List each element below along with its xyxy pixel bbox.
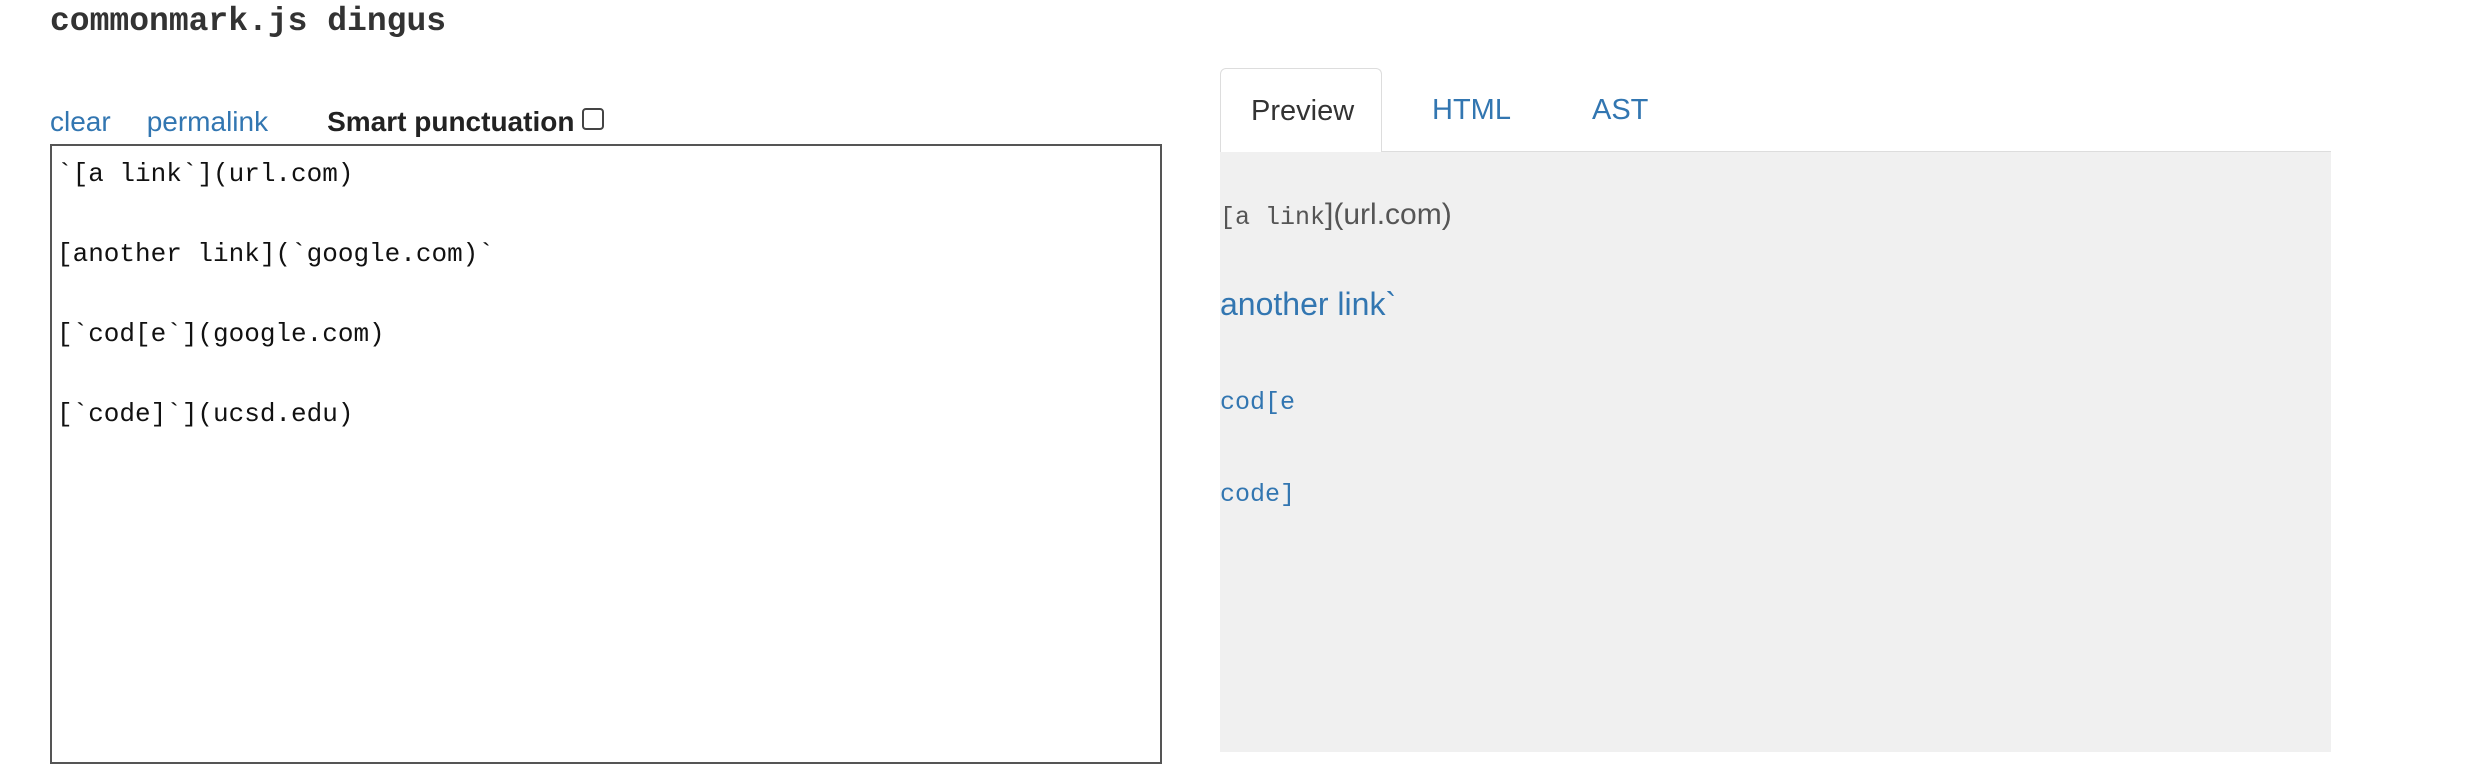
clear-link[interactable]: clear [50, 106, 111, 138]
tab-preview[interactable]: Preview [1220, 68, 1382, 153]
smart-punctuation-toggle[interactable]: Smart punctuation [327, 106, 605, 138]
markdown-editor[interactable]: `[a link`](url.com) [another link](`goog… [50, 144, 1162, 764]
page-title: commonmark.js dingus [50, 3, 447, 40]
editor-line: [another link](`google.com)` [57, 239, 494, 269]
preview-code-link-1[interactable]: cod[e [1220, 388, 1295, 417]
editor-line: `[a link`](url.com) [57, 159, 354, 189]
controls-bar: clear permalink Smart punctuation [50, 100, 605, 144]
preview-inline-code: [a link [1220, 203, 1326, 232]
editor-line: [`cod[e`](google.com) [57, 319, 385, 349]
tab-html[interactable]: HTML [1402, 68, 1541, 152]
preview-paragraph-1: [a link](url.com) [1220, 198, 1452, 232]
permalink-link[interactable]: permalink [147, 106, 268, 138]
tab-ast[interactable]: AST [1562, 68, 1678, 152]
preview-text: ](url.com) [1325, 198, 1452, 231]
output-tabs: Preview HTML AST [1220, 68, 2331, 153]
editor-line: [`code]`](ucsd.edu) [57, 399, 354, 429]
preview-code-link-2[interactable]: code] [1220, 480, 1295, 509]
preview-link-another[interactable]: another link` [1220, 286, 1396, 323]
smart-punctuation-label: Smart punctuation [327, 106, 575, 137]
smart-punctuation-checkbox[interactable] [582, 108, 605, 130]
preview-pane: [a link](url.com) another link` cod[e co… [1220, 152, 2331, 752]
